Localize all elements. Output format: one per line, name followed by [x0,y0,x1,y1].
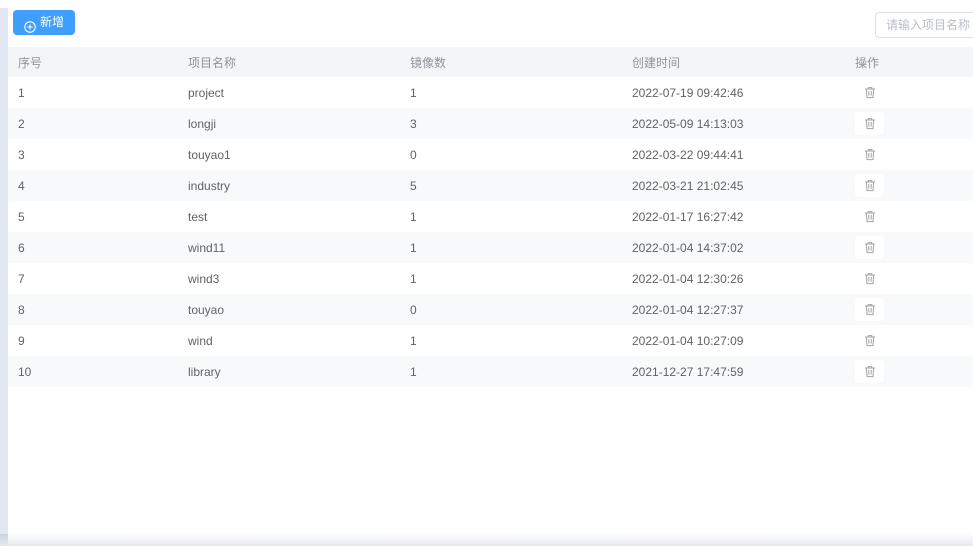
project-name-search-input[interactable] [875,12,973,38]
cell-actions [845,232,973,263]
cell-seq: 2 [8,108,178,139]
table-row: 4 industry 5 2022-03-21 21:02:45 [8,170,973,201]
add-project-button-label: 新增 [40,10,64,35]
table-row: 7 wind3 1 2022-01-04 12:30:26 [8,263,973,294]
cell-created: 2022-03-21 21:02:45 [622,170,845,201]
delete-button[interactable] [855,298,884,321]
header-images: 镜像数 [400,47,622,77]
cell-created: 2022-05-09 14:13:03 [622,108,845,139]
cell-created: 2022-07-19 09:42:46 [622,77,845,108]
cell-seq: 4 [8,170,178,201]
cell-actions [845,356,973,387]
cell-name: library [178,356,400,387]
table-row: 3 touyao1 0 2022-03-22 09:44:41 [8,139,973,170]
cell-created: 2022-01-04 14:37:02 [622,232,845,263]
cell-images: 1 [400,77,622,108]
delete-button[interactable] [855,360,884,383]
cell-name: wind3 [178,263,400,294]
left-gutter-bottom [0,534,8,546]
project-table: 序号 项目名称 镜像数 创建时间 操作 1 project 1 2022-07-… [8,47,973,387]
cell-actions [845,139,973,170]
cell-images: 0 [400,139,622,170]
cell-images: 1 [400,201,622,232]
cell-name: touyao1 [178,139,400,170]
trash-icon [864,303,876,316]
cell-images: 3 [400,108,622,139]
cell-images: 5 [400,170,622,201]
cell-seq: 5 [8,201,178,232]
trash-icon [864,365,876,378]
trash-icon [864,272,876,285]
cell-images: 1 [400,325,622,356]
cell-actions [845,263,973,294]
cell-actions [845,170,973,201]
header-seq: 序号 [8,47,178,77]
cell-images: 1 [400,232,622,263]
cell-seq: 3 [8,139,178,170]
cell-actions [845,201,973,232]
trash-icon [864,117,876,130]
cell-actions [845,294,973,325]
delete-button[interactable] [855,81,884,104]
cell-actions [845,108,973,139]
cell-actions [845,77,973,108]
content-area: 新增 序号 项目名称 镜像数 创建时间 操作 1 project [8,0,973,546]
cell-images: 1 [400,263,622,294]
project-list-page: 新增 序号 项目名称 镜像数 创建时间 操作 1 project [0,0,973,546]
cell-name: touyao [178,294,400,325]
trash-icon [864,179,876,192]
trash-icon [864,241,876,254]
cell-name: longji [178,108,400,139]
table-row: 8 touyao 0 2022-01-04 12:27:37 [8,294,973,325]
table-header: 序号 项目名称 镜像数 创建时间 操作 [8,47,973,77]
cell-created: 2022-01-04 12:30:26 [622,263,845,294]
table-row: 2 longji 3 2022-05-09 14:13:03 [8,108,973,139]
cell-name: test [178,201,400,232]
cell-seq: 7 [8,263,178,294]
delete-button[interactable] [855,236,884,259]
trash-icon [864,334,876,347]
cell-name: project [178,77,400,108]
header-name: 项目名称 [178,47,400,77]
header-created: 创建时间 [622,47,845,77]
cell-name: wind11 [178,232,400,263]
cell-seq: 1 [8,77,178,108]
delete-button[interactable] [855,329,884,352]
delete-button[interactable] [855,205,884,228]
cell-seq: 9 [8,325,178,356]
cell-created: 2022-01-04 12:27:37 [622,294,845,325]
trash-icon [864,86,876,99]
table-row: 5 test 1 2022-01-17 16:27:42 [8,201,973,232]
cell-created: 2022-01-04 10:27:09 [622,325,845,356]
cell-created: 2022-01-17 16:27:42 [622,201,845,232]
cell-images: 0 [400,294,622,325]
trash-icon [864,148,876,161]
cell-name: wind [178,325,400,356]
cell-seq: 8 [8,294,178,325]
left-gutter [0,8,8,546]
cell-name: industry [178,170,400,201]
header-actions: 操作 [845,47,973,77]
cell-seq: 6 [8,232,178,263]
table-row: 9 wind 1 2022-01-04 10:27:09 [8,325,973,356]
delete-button[interactable] [855,267,884,290]
circle-plus-icon [24,17,36,29]
cell-actions [845,325,973,356]
table-row: 1 project 1 2022-07-19 09:42:46 [8,77,973,108]
cell-images: 1 [400,356,622,387]
cell-created: 2021-12-27 17:47:59 [622,356,845,387]
table-row: 10 library 1 2021-12-27 17:47:59 [8,356,973,387]
delete-button[interactable] [855,112,884,135]
table-row: 6 wind11 1 2022-01-04 14:37:02 [8,232,973,263]
trash-icon [864,210,876,223]
toolbar: 新增 [8,0,973,47]
cell-seq: 10 [8,356,178,387]
cell-created: 2022-03-22 09:44:41 [622,139,845,170]
add-project-button[interactable]: 新增 [13,10,75,35]
delete-button[interactable] [855,143,884,166]
delete-button[interactable] [855,174,884,197]
